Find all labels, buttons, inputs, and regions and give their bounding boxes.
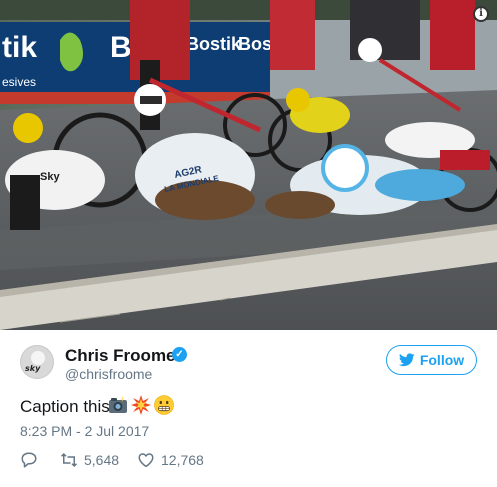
reply-button[interactable] bbox=[20, 451, 38, 469]
like-button[interactable]: 12,768 bbox=[137, 451, 204, 469]
grimacing-face-emoji-icon bbox=[154, 395, 174, 415]
jersey-text-sky: Sky bbox=[40, 171, 60, 183]
crash-photo-illustration: tik Bost Bostik Bos esives bbox=[0, 0, 497, 330]
author-handle[interactable]: @chrisfroome bbox=[65, 366, 152, 382]
follow-button-label: Follow bbox=[419, 352, 465, 368]
heart-icon bbox=[138, 453, 154, 468]
tweet-timestamp[interactable]: 8:23 PM - 2 Jul 2017 bbox=[20, 423, 149, 439]
avatar[interactable]: sky bbox=[20, 345, 54, 379]
banner-subtext: esives bbox=[2, 75, 36, 89]
retweet-count: 5,648 bbox=[84, 452, 120, 468]
tweet-photo[interactable]: tik Bost Bostik Bos esives bbox=[0, 0, 497, 330]
retweet-icon bbox=[60, 452, 78, 468]
follow-button[interactable]: Follow bbox=[386, 345, 477, 375]
camera-flash-emoji-icon bbox=[109, 396, 127, 413]
embedded-tweet-card: tik Bost Bostik Bos esives bbox=[0, 0, 497, 487]
verified-badge-icon: ✓ bbox=[172, 347, 187, 362]
info-icon[interactable]: i bbox=[473, 6, 489, 22]
avatar-head-shape bbox=[31, 351, 45, 365]
author-name[interactable]: Chris Froome bbox=[65, 346, 176, 366]
retweet-button[interactable]: 5,648 bbox=[60, 451, 119, 469]
banner-text-bos: Bos bbox=[238, 34, 272, 54]
reply-icon bbox=[21, 452, 37, 468]
banner-text-tik: tik bbox=[2, 31, 37, 64]
twitter-bird-icon bbox=[398, 353, 415, 367]
tweet-text: Caption this bbox=[20, 397, 110, 416]
avatar-text: sky bbox=[25, 364, 41, 373]
collision-emoji-icon bbox=[131, 395, 151, 415]
banner-text-bostik: Bostik bbox=[186, 34, 242, 54]
like-count: 12,768 bbox=[161, 452, 204, 468]
